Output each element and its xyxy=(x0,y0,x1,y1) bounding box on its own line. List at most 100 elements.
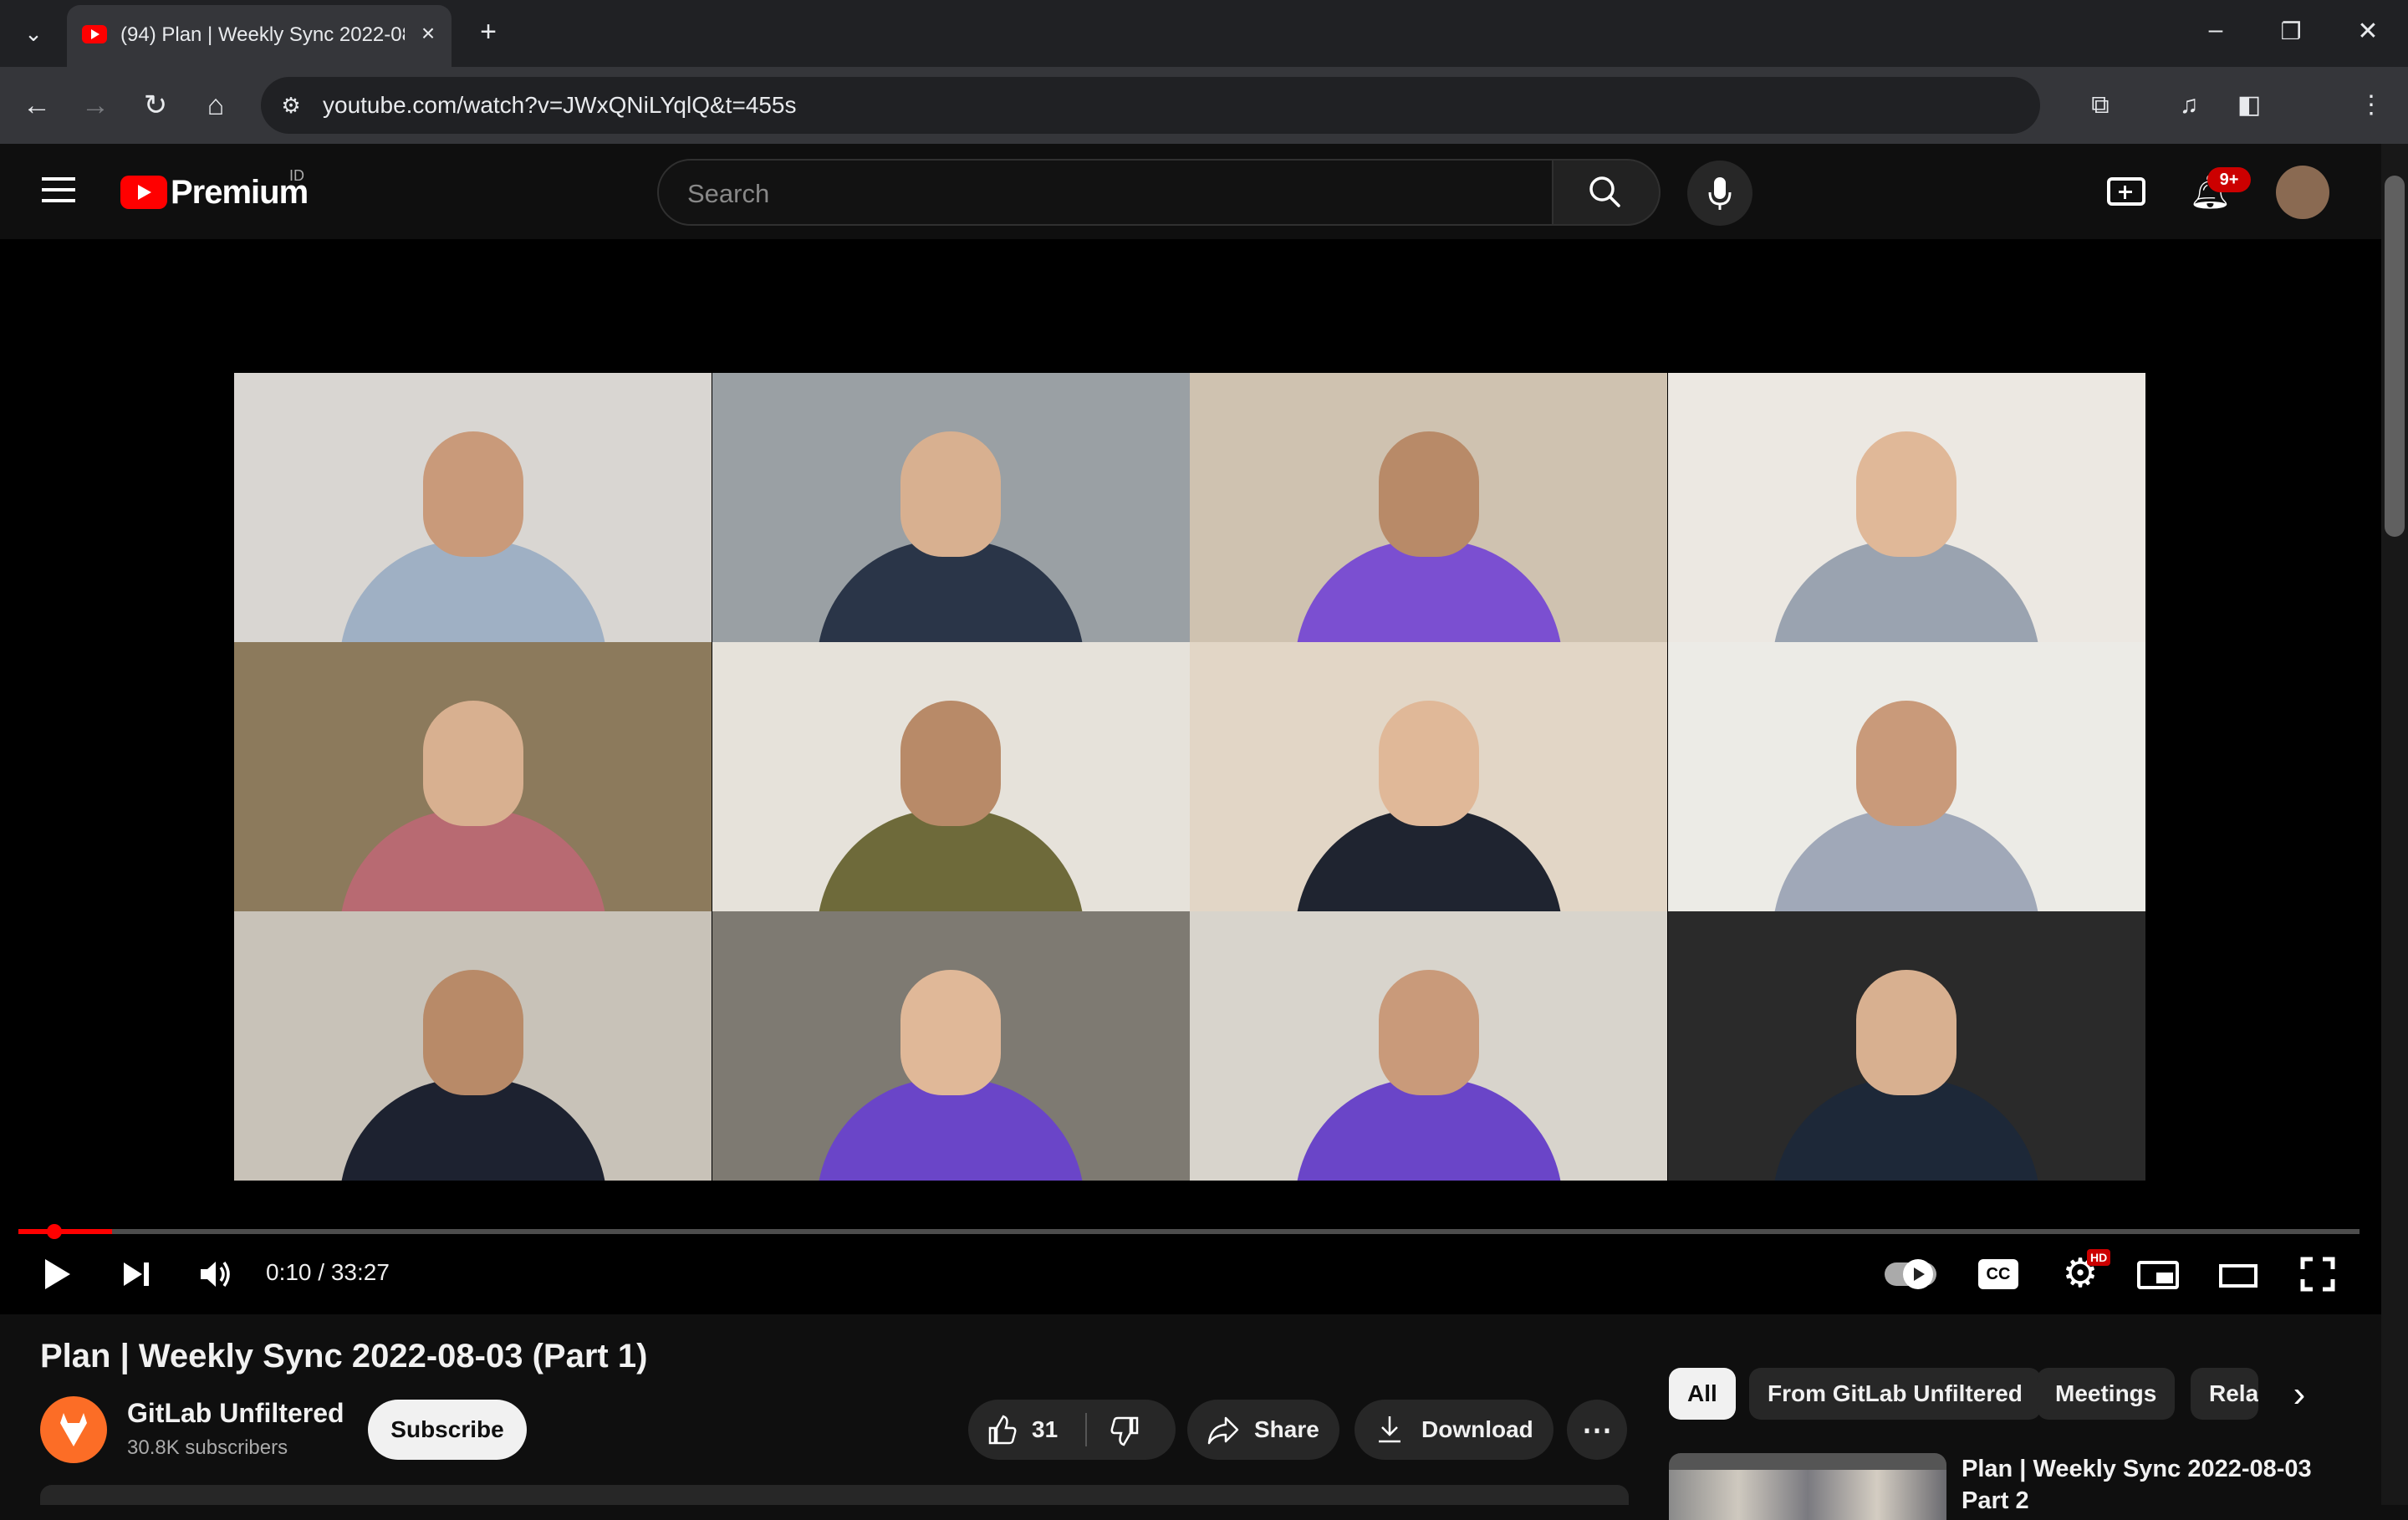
youtube-favicon-icon xyxy=(82,25,107,43)
progress-bar[interactable] xyxy=(18,1229,2360,1234)
home-icon[interactable]: ⌂ xyxy=(197,87,234,124)
like-count: 31 xyxy=(1032,1416,1059,1442)
video-frame-meeting-grid[interactable] xyxy=(234,373,2145,1181)
participant-video-tile xyxy=(234,911,712,1181)
volume-icon[interactable] xyxy=(196,1256,236,1293)
download-label: Download xyxy=(1421,1416,1533,1442)
participant-video-tile xyxy=(1667,642,2145,911)
browser-tab-strip: ⌄ (94) Plan | Weekly Sync 2022-08-03 (Pa… xyxy=(0,0,2408,67)
participant-head xyxy=(422,970,523,1095)
browser-tab-active[interactable]: (94) Plan | Weekly Sync 2022-08-03 (Part… xyxy=(67,5,452,67)
progress-bar-played xyxy=(18,1229,112,1234)
filter-chip[interactable]: From GitLab Unfiltered xyxy=(1749,1368,2041,1420)
like-button[interactable]: 31 xyxy=(968,1400,1085,1460)
notification-count-badge: 9+ xyxy=(2207,167,2251,192)
participant-video-tile xyxy=(712,642,1190,911)
tab-search-icon[interactable]: ⌄ xyxy=(15,15,52,52)
like-dislike-segment: 31 xyxy=(968,1400,1176,1460)
back-icon[interactable]: ← xyxy=(18,87,55,124)
account-avatar[interactable] xyxy=(2276,166,2329,219)
subscriber-count: 30.8K subscribers xyxy=(127,1436,288,1459)
participant-head xyxy=(900,431,1001,557)
new-tab-icon[interactable]: + xyxy=(470,13,507,50)
participant-head xyxy=(900,701,1001,826)
fullscreen-icon[interactable] xyxy=(2299,1256,2336,1293)
browser-menu-icon[interactable]: ⋮ xyxy=(2353,87,2390,124)
guide-menu-icon[interactable] xyxy=(42,174,75,202)
participant-head xyxy=(422,431,523,557)
youtube-logo-icon[interactable] xyxy=(120,176,167,209)
miniplayer-icon[interactable] xyxy=(2137,1261,2179,1289)
media-control-icon[interactable]: ♫ xyxy=(2171,87,2207,124)
restore-window-icon[interactable]: ❐ xyxy=(2273,13,2309,50)
more-actions-icon[interactable]: ⋯ xyxy=(1567,1400,1627,1460)
autoplay-toggle[interactable] xyxy=(1885,1259,1936,1289)
next-video-icon[interactable] xyxy=(119,1256,156,1293)
autoplay-play-icon xyxy=(1903,1259,1933,1289)
share-button[interactable]: Share xyxy=(1187,1400,1339,1460)
description-box[interactable] xyxy=(40,1485,1629,1505)
recommended-video-title[interactable]: Plan | Weekly Sync 2022-08-03 Part 2 xyxy=(1962,1453,2329,1517)
share-label: Share xyxy=(1254,1416,1319,1442)
chevron-right-icon[interactable]: › xyxy=(2279,1371,2319,1418)
search-icon xyxy=(1589,176,1620,207)
scrollbar-thumb[interactable] xyxy=(2385,176,2405,537)
participant-video-tile xyxy=(234,373,712,642)
play-icon[interactable] xyxy=(38,1254,75,1294)
minimize-window-icon[interactable]: – xyxy=(2197,12,2234,48)
participant-video-tile xyxy=(1667,911,2145,1181)
hd-badge: HD xyxy=(2087,1249,2111,1266)
participant-head xyxy=(1378,701,1479,826)
participant-video-tile xyxy=(712,911,1190,1181)
dislike-button[interactable] xyxy=(1094,1400,1169,1460)
video-title: Plan | Weekly Sync 2022-08-03 (Part 1) xyxy=(40,1338,648,1375)
filter-chip[interactable]: All xyxy=(1669,1368,1736,1420)
channel-avatar[interactable] xyxy=(40,1396,107,1463)
participant-video-tile xyxy=(1667,373,2145,642)
progress-scrubber-handle[interactable] xyxy=(47,1224,62,1239)
share-arrow-icon xyxy=(1207,1416,1239,1445)
participant-head xyxy=(1378,431,1479,557)
participant-video-tile xyxy=(234,642,712,911)
tab-close-icon[interactable]: × xyxy=(411,17,445,50)
microphone-icon xyxy=(1708,177,1732,210)
address-bar[interactable]: ⚙ youtube.com/watch?v=JWxQNiLYqlQ&t=455s xyxy=(261,77,2040,134)
theater-mode-icon[interactable] xyxy=(2219,1264,2258,1288)
forward-icon[interactable]: → xyxy=(77,87,114,124)
tab-title: (94) Plan | Weekly Sync 2022-08-03 (Part… xyxy=(120,23,405,46)
search-input[interactable]: Search xyxy=(657,159,1553,226)
side-panel-icon[interactable]: ◧ xyxy=(2231,87,2268,124)
participant-head xyxy=(900,970,1001,1095)
participant-video-tile xyxy=(1190,373,1667,642)
download-arrow-icon xyxy=(1379,1416,1400,1443)
recommended-video-thumbnail[interactable] xyxy=(1669,1453,1946,1520)
extensions-icon[interactable]: ⧉ xyxy=(2082,87,2119,124)
participant-video-tile xyxy=(1190,642,1667,911)
search-button[interactable] xyxy=(1553,159,1661,226)
download-button[interactable]: Download xyxy=(1354,1400,1553,1460)
participant-video-tile xyxy=(712,373,1190,642)
channel-name[interactable]: GitLab Unfiltered xyxy=(127,1398,344,1429)
participant-head xyxy=(1378,970,1479,1095)
filter-chip[interactable]: Meetings xyxy=(2037,1368,2176,1420)
participant-video-tile xyxy=(1190,911,1667,1181)
time-display: 0:10 / 33:27 xyxy=(266,1259,390,1285)
thumbs-down-icon xyxy=(1110,1416,1139,1446)
subscribe-button[interactable]: Subscribe xyxy=(368,1400,527,1460)
participant-head xyxy=(1856,970,1956,1095)
thumbs-up-icon xyxy=(988,1415,1017,1445)
close-window-icon[interactable]: ✕ xyxy=(2349,13,2386,50)
url-text: youtube.com/watch?v=JWxQNiLYqlQ&t=455s xyxy=(323,92,797,118)
participant-head xyxy=(422,701,523,826)
participant-head xyxy=(1856,431,1956,557)
create-video-icon[interactable] xyxy=(2107,177,2145,206)
gitlab-logo-icon xyxy=(60,1413,87,1446)
filter-chip[interactable]: Rela xyxy=(2191,1368,2259,1420)
premium-logo-text[interactable]: Premium xyxy=(171,174,309,212)
voice-search-button[interactable] xyxy=(1687,161,1752,226)
reload-icon[interactable]: ↻ xyxy=(137,87,174,124)
site-settings-icon[interactable]: ⚙ xyxy=(278,92,304,119)
captions-cc-icon[interactable]: CC xyxy=(1978,1259,2018,1289)
region-code: ID xyxy=(289,167,304,184)
participant-head xyxy=(1856,701,1956,826)
